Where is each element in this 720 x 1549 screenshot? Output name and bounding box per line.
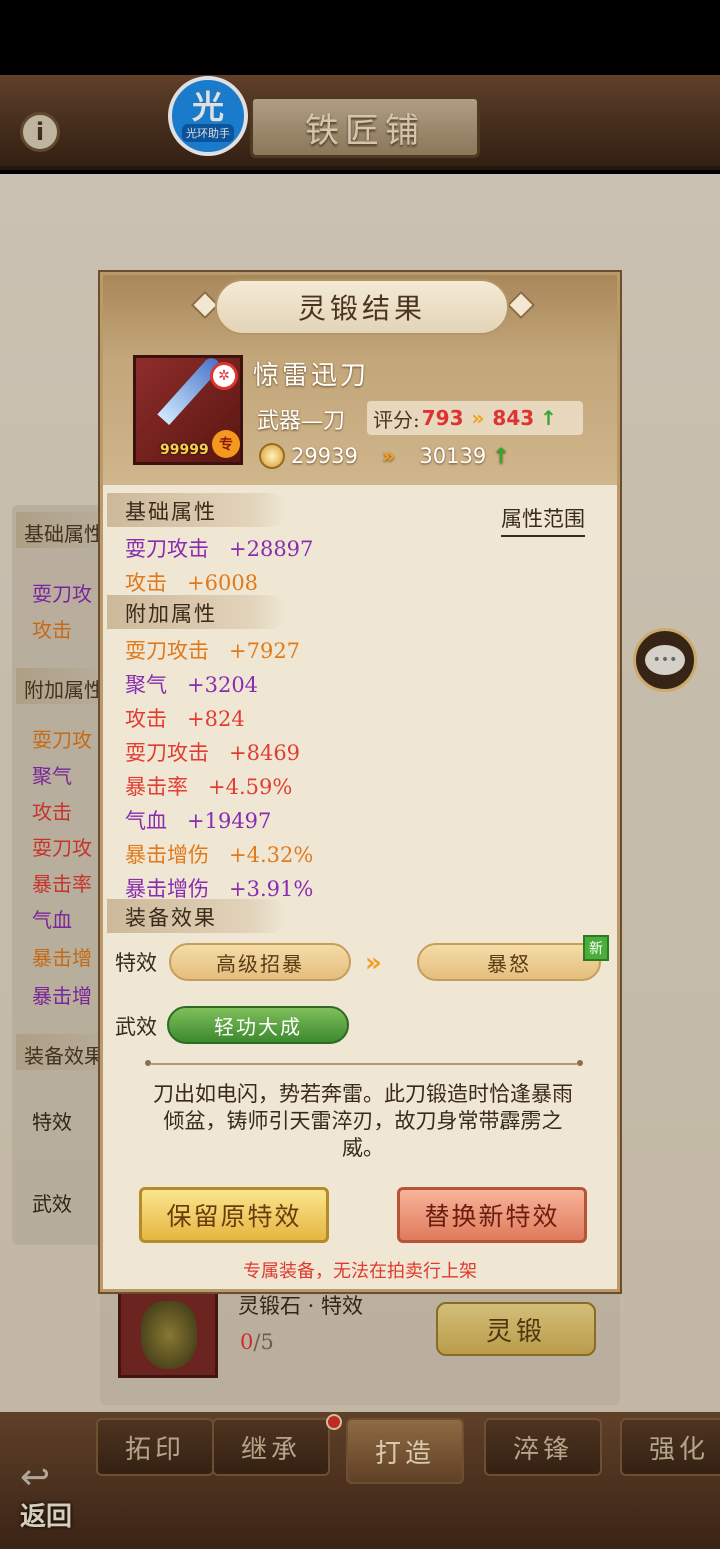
section-extra-attributes: 附加属性 bbox=[107, 595, 287, 629]
special-effect-new[interactable]: 暴怒 bbox=[417, 943, 601, 981]
keep-original-effect-button[interactable]: 保留原特效 bbox=[139, 1187, 329, 1243]
double-arrow-icon: » bbox=[381, 444, 396, 468]
weapon-type: 武器—刀 bbox=[257, 409, 346, 434]
base-attr-row: 耍刀攻击 +28897 bbox=[125, 533, 313, 563]
score-old: 793 bbox=[421, 406, 464, 430]
score-new: 843 bbox=[492, 406, 535, 430]
new-badge: 新 bbox=[583, 935, 609, 961]
base-attr-row: 攻击 +6008 bbox=[125, 567, 258, 597]
attr-name: 耍刀攻击 bbox=[125, 639, 209, 663]
double-arrow-icon: » bbox=[471, 406, 485, 430]
status-bar bbox=[0, 0, 720, 75]
power-old: 29939 bbox=[291, 444, 358, 468]
auction-warning: 专属装备，无法在拍卖行上架 bbox=[243, 1261, 477, 1282]
extra-attr-row: 耍刀攻击 +7927 bbox=[125, 635, 300, 665]
attr-value: +7927 bbox=[229, 639, 301, 663]
score-label: 评分: bbox=[373, 407, 420, 432]
special-effect-label: 特效 bbox=[115, 951, 157, 975]
martial-effect-value[interactable]: 轻功大成 bbox=[167, 1006, 349, 1044]
attr-name: 攻击 bbox=[125, 571, 167, 595]
attr-value: +3.91% bbox=[229, 877, 314, 901]
attr-value: +3204 bbox=[187, 673, 259, 697]
weapon-name: 惊雷迅刀 bbox=[253, 361, 370, 391]
extra-attr-row: 聚气 +3204 bbox=[125, 669, 258, 699]
weapon-level: 99999 bbox=[160, 442, 209, 458]
up-arrow-icon: ↑ bbox=[540, 406, 557, 430]
replace-new-effect-button[interactable]: 替换新特效 bbox=[397, 1187, 587, 1243]
attr-value: +6008 bbox=[187, 571, 259, 595]
section-equipment-effect: 装备效果 bbox=[107, 899, 287, 933]
attr-name: 攻击 bbox=[125, 707, 167, 731]
power-coin-icon bbox=[259, 443, 285, 469]
attr-name: 耍刀攻击 bbox=[125, 741, 209, 765]
power-new: 30139 bbox=[419, 444, 487, 468]
attr-name: 耍刀攻击 bbox=[125, 537, 209, 561]
exclusive-badge-icon: 专 bbox=[212, 430, 240, 458]
attr-value: +28897 bbox=[229, 537, 314, 561]
attr-name: 暴击增伤 bbox=[125, 843, 209, 867]
attribute-range-link[interactable]: 属性范围 bbox=[501, 503, 585, 537]
attr-name: 气血 bbox=[125, 809, 167, 833]
extra-attr-row: 暴击率 +4.59% bbox=[125, 771, 292, 801]
dialog-title-plate: 灵锻结果 bbox=[215, 279, 509, 335]
extra-attr-row: 耍刀攻击 +8469 bbox=[125, 737, 300, 767]
forge-result-dialog: 灵锻结果 ✲ 99999 专 惊雷迅刀 武器—刀 评分: 793 » 843 ↑… bbox=[100, 272, 620, 1292]
up-arrow-icon: ↑ bbox=[492, 444, 510, 468]
attr-name: 暴击增伤 bbox=[125, 877, 209, 901]
attr-value: +4.59% bbox=[208, 775, 293, 799]
martial-effect-label: 武效 bbox=[115, 1015, 157, 1039]
attr-value: +19497 bbox=[187, 809, 272, 833]
extra-attr-row: 攻击 +824 bbox=[125, 703, 245, 733]
extra-attr-row: 气血 +19497 bbox=[125, 805, 271, 835]
attr-name: 暴击率 bbox=[125, 775, 188, 799]
power-row: 29939 » 30139 ↑ bbox=[259, 443, 510, 469]
attr-value: +824 bbox=[187, 707, 245, 731]
extra-attr-row: 暴击增伤 +4.32% bbox=[125, 839, 313, 869]
score-box: 评分: 793 » 843 ↑ bbox=[367, 401, 583, 435]
dialog-title: 灵锻结果 bbox=[297, 292, 426, 325]
weapon-description: 刀出如电闪，势若奔雷。此刀锻造时恰逢暴雨倾盆，铸师引天雷淬刃，故刀身常带霹雳之威… bbox=[153, 1082, 573, 1160]
attr-value: +8469 bbox=[229, 741, 301, 765]
attr-value: +4.32% bbox=[229, 843, 314, 867]
divider bbox=[145, 1060, 583, 1066]
section-base-attributes: 基础属性 bbox=[107, 493, 287, 527]
weapon-icon[interactable]: ✲ 99999 专 bbox=[133, 354, 243, 465]
quality-badge-icon: ✲ bbox=[210, 362, 238, 390]
double-arrow-icon: » bbox=[365, 948, 382, 978]
attr-name: 聚气 bbox=[125, 673, 167, 697]
special-effect-old[interactable]: 高级招暴 bbox=[169, 943, 351, 981]
